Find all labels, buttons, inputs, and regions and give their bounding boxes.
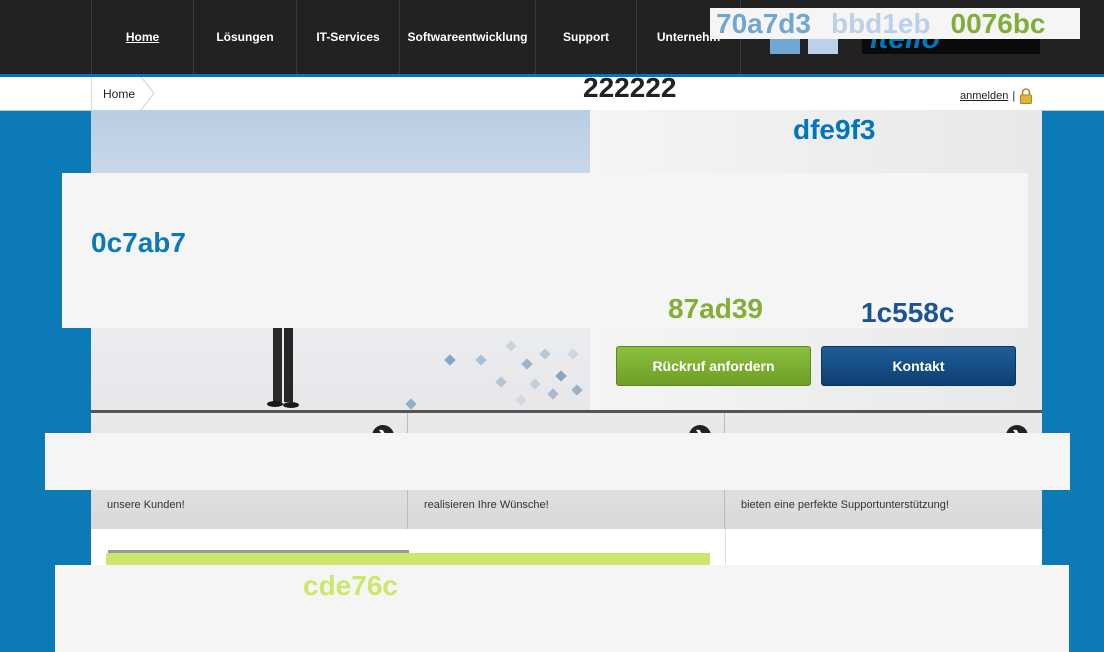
contact-button[interactable]: Kontakt — [821, 346, 1016, 386]
nav-item-home[interactable]: Home — [91, 0, 193, 74]
hero-pattern-tile — [521, 358, 533, 370]
hero-pattern-tile — [539, 348, 551, 360]
hero-pattern-tile — [547, 388, 559, 400]
nav-item-home-label: Home — [125, 30, 160, 44]
breadcrumb-separator-icon — [140, 77, 155, 110]
footer-tag: cde76c — [303, 570, 398, 601]
nav-item-softwareentwicklung[interactable]: Softwareentwicklung — [399, 0, 535, 74]
login-link[interactable]: anmelden — [960, 90, 1008, 102]
nav-item-loesungen-label: Lösungen — [216, 30, 274, 44]
hero-pattern-tile — [529, 378, 541, 390]
overlay-strip — [45, 433, 1070, 490]
hero-pattern-tile — [571, 384, 583, 396]
side-panel-tag: dfe9f3 — [793, 114, 876, 145]
overlay-text-2: 87ad39 — [668, 293, 763, 324]
swatch-label-1: 70a7d3 — [716, 7, 811, 39]
hero-pattern-tile — [567, 348, 579, 360]
hero-pattern-tile — [405, 398, 417, 410]
account-area: anmelden | — [960, 88, 1033, 104]
nav-item-it-services[interactable]: IT-Services — [296, 0, 399, 74]
hero-pattern-tile — [475, 354, 487, 366]
nav-item-support-label: Support — [563, 30, 609, 44]
color-swatch-labels: 70a7d3 bbd1eb 0076bc — [710, 8, 1080, 39]
main-nav: Home Lösungen IT-Services Softwareentwic… — [91, 0, 741, 74]
hero-pattern-tile — [495, 376, 507, 388]
swatch-label-2: bbd1eb — [830, 7, 931, 39]
nav-item-support[interactable]: Support — [535, 0, 636, 74]
hero-pattern-tile — [444, 354, 456, 366]
teaser-box-2-text: realisieren Ihre Wünsche! — [424, 499, 549, 511]
teaser-box-3-text: bieten eine perfekte Supportunterstützun… — [741, 499, 949, 511]
nav-item-softwareentwicklung-label: Softwareentwicklung — [407, 30, 528, 44]
callback-button[interactable]: Rückruf anfordern — [616, 346, 811, 386]
hero-pattern-tile — [515, 394, 527, 406]
breadcrumb-bar: Home — [0, 77, 1104, 111]
overlay-text-3: 1c558c — [861, 297, 955, 328]
lock-icon[interactable] — [1019, 88, 1033, 104]
teaser-box-1-text: unsere Kunden! — [107, 499, 185, 511]
swatch-label-3: 0076bc — [950, 7, 1046, 39]
person-figure — [267, 328, 299, 408]
hero-pattern-tile — [505, 340, 517, 352]
nav-item-loesungen[interactable]: Lösungen — [193, 0, 296, 74]
footer-overlay-panel — [55, 565, 1069, 652]
nav-item-it-services-label: IT-Services — [316, 30, 380, 44]
overlay-text-1: 0c7ab7 — [91, 227, 186, 258]
hero-pattern-tile — [555, 370, 567, 382]
overlay-card: 0c7ab7 87ad39 1c558c — [62, 173, 1028, 328]
breadcrumb-tag: 222222 — [583, 72, 677, 103]
login-separator: | — [1012, 90, 1016, 102]
